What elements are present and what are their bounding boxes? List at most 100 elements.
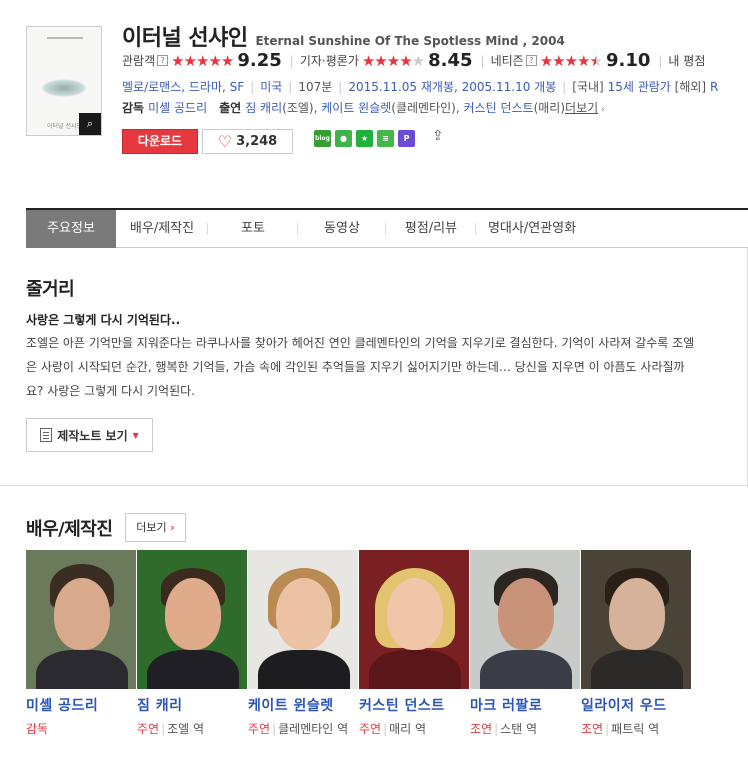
- help-icon[interactable]: ?: [525, 55, 537, 66]
- person-name[interactable]: 마크 러팔로: [470, 695, 581, 715]
- role-name: 패트릭 역: [611, 722, 660, 736]
- poster-title: 이터널 선샤인: [47, 123, 83, 130]
- synopsis-headline: 사랑은 그렇게 다시 기억된다..: [26, 313, 181, 327]
- tab-label: 명대사/연관영화: [487, 221, 577, 236]
- rating-label-my[interactable]: 내 평점: [668, 52, 705, 69]
- tab-label: 주요정보: [47, 221, 95, 236]
- genre-links[interactable]: 멜로/로맨스, 드라마, SF: [122, 80, 244, 94]
- score-audience: 9.25: [237, 50, 282, 71]
- person-card[interactable]: 일라이저 우드 조연 | 패트릭 역: [581, 550, 692, 739]
- person-card[interactable]: 미셸 공드리 감독: [26, 550, 137, 739]
- production-notes-button[interactable]: 제작노트 보기 ▼: [26, 418, 153, 452]
- poster-figure: [41, 79, 87, 97]
- role-name: 조엘 역: [167, 722, 205, 736]
- country-link[interactable]: 미국: [260, 80, 282, 94]
- cast-section-title: 배우/제작진: [26, 519, 113, 540]
- cast-role-3: (매리): [533, 101, 566, 115]
- rating-os-label: [해외]: [674, 80, 707, 94]
- person-name[interactable]: 케이트 윈슬렛: [248, 695, 359, 715]
- synopsis-body: 조엘은 아픈 기억만을 지워준다는 라쿠나사를 찾아가 헤어진 연인 클레멘타인…: [26, 336, 695, 398]
- cast-more-button[interactable]: 더보기 ›: [125, 513, 186, 542]
- title-korean[interactable]: 이터널 선샤인: [122, 26, 248, 51]
- page-title: 이터널 선샤인 Eternal Sunshine Of The Spotless…: [122, 20, 565, 52]
- role-type: 조연: [581, 722, 604, 736]
- tab-quotes-related[interactable]: 명대사/연관영화: [476, 210, 588, 248]
- person-photo[interactable]: [359, 550, 469, 689]
- post-share-icon[interactable]: P: [398, 130, 415, 147]
- role-type: 주연: [137, 722, 160, 736]
- movie-poster[interactable]: 이터널 선샤인 ⌕: [26, 26, 102, 136]
- release-date[interactable]: 2005.11.10 개봉: [462, 80, 557, 94]
- heart-icon: ♡: [217, 132, 233, 151]
- divider: [0, 485, 748, 486]
- rerelease-date[interactable]: 2015.11.05 재개봉: [348, 80, 454, 94]
- cast-role-2: (클레멘타인): [391, 101, 456, 115]
- person-card[interactable]: 케이트 윈슬렛 주연 | 클레멘타인 역: [248, 550, 359, 739]
- tab-bar: 주요정보 배우/제작진 포토 동영상 평점/리뷰 명대사/연관영화: [26, 208, 748, 248]
- person-card[interactable]: 커스틴 던스트 주연 | 매리 역: [359, 550, 470, 739]
- title-english: Eternal Sunshine Of The Spotless Mind , …: [255, 34, 565, 48]
- person-role: 조연 | 스탠 역: [470, 722, 538, 736]
- tab-label: 배우/제작진: [129, 221, 195, 236]
- rating-os[interactable]: R: [710, 80, 718, 94]
- talk-share-icon[interactable]: ●: [335, 130, 352, 147]
- role-type: 주연: [248, 722, 271, 736]
- cast-label: 출연: [219, 101, 242, 115]
- download-button[interactable]: 다운로드: [122, 129, 198, 154]
- rating-kr-label: [국내]: [572, 80, 604, 94]
- rating-label-audience: 관람객: [122, 54, 156, 68]
- zoom-icon[interactable]: ⌕: [79, 113, 101, 135]
- caret-down-icon: ▼: [132, 430, 139, 440]
- movie-info-row: 멜로/로맨스, 드라마, SF | 미국 | 107분 | 2015.11.05 재개봉, …: [122, 80, 719, 94]
- share-icon[interactable]: ⇪: [432, 128, 450, 146]
- tab-main-info[interactable]: 주요정보: [26, 210, 116, 248]
- help-icon[interactable]: ?: [157, 55, 169, 66]
- credits-more-link[interactable]: 더보기: [565, 101, 598, 115]
- role-name: 스탠 역: [500, 722, 538, 736]
- person-photo[interactable]: [248, 550, 358, 689]
- ratings-row: 관람객 ? ★★★★★ 9.25 | 기자·평론가 ★★★★★ 8.45 | 네…: [122, 50, 705, 71]
- director-link[interactable]: 미셸 공드리: [148, 101, 207, 115]
- notes-label: 제작노트 보기: [57, 428, 128, 443]
- person-card[interactable]: 짐 캐리 주연 | 조엘 역: [137, 550, 248, 739]
- cast-link-3[interactable]: 커스틴 던스트: [464, 101, 534, 115]
- tab-reviews[interactable]: 평점/리뷰: [386, 210, 476, 248]
- tab-label: 포토: [241, 221, 265, 236]
- cast-link-1[interactable]: 짐 캐리: [245, 101, 282, 115]
- role-type: 감독: [26, 722, 49, 736]
- person-card[interactable]: 마크 러팔로 조연 | 스탠 역: [470, 550, 581, 739]
- tab-video[interactable]: 동영상: [298, 210, 386, 248]
- stars-netizen: ★★★★★: [539, 51, 603, 70]
- synopsis-title: 줄거리: [26, 279, 75, 300]
- person-role: 감독: [26, 719, 137, 739]
- person-photo[interactable]: [470, 550, 580, 689]
- cast-link-2[interactable]: 케이트 윈슬렛: [321, 101, 391, 115]
- blog-share-icon[interactable]: blog: [314, 130, 331, 147]
- tab-cast-crew[interactable]: 배우/제작진: [116, 210, 208, 248]
- divider: |: [658, 53, 663, 68]
- person-role: 조연 | 패트릭 역: [581, 722, 660, 736]
- memo-share-icon[interactable]: ≡: [377, 130, 394, 147]
- score-critics: 8.45: [428, 50, 473, 71]
- person-photo[interactable]: [581, 550, 691, 689]
- person-name[interactable]: 일라이저 우드: [581, 695, 692, 715]
- share-icons: blog ● ★ ≡ P: [314, 130, 415, 147]
- person-photo[interactable]: [137, 550, 247, 689]
- cast-role-1: (조엘): [282, 101, 314, 115]
- rating-label-netizen: 네티즌: [490, 54, 524, 68]
- divider: |: [289, 53, 294, 68]
- person-role: 주연 | 매리 역: [359, 722, 427, 736]
- like-button[interactable]: ♡ 3,248: [202, 129, 293, 154]
- person-name[interactable]: 짐 캐리: [137, 695, 248, 715]
- role-name: 매리 역: [389, 722, 427, 736]
- person-name[interactable]: 미셸 공드리: [26, 695, 137, 715]
- rating-kr[interactable]: 15세 관람가: [608, 80, 671, 94]
- chevron-right-icon: ›: [598, 105, 605, 115]
- person-photo[interactable]: [26, 550, 136, 689]
- role-type: 주연: [359, 722, 382, 736]
- person-name[interactable]: 커스틴 던스트: [359, 695, 470, 715]
- person-role: 주연 | 조엘 역: [137, 722, 205, 736]
- tab-label: 동영상: [324, 221, 360, 236]
- bookmark-share-icon[interactable]: ★: [356, 130, 373, 147]
- tab-photo[interactable]: 포토: [208, 210, 298, 248]
